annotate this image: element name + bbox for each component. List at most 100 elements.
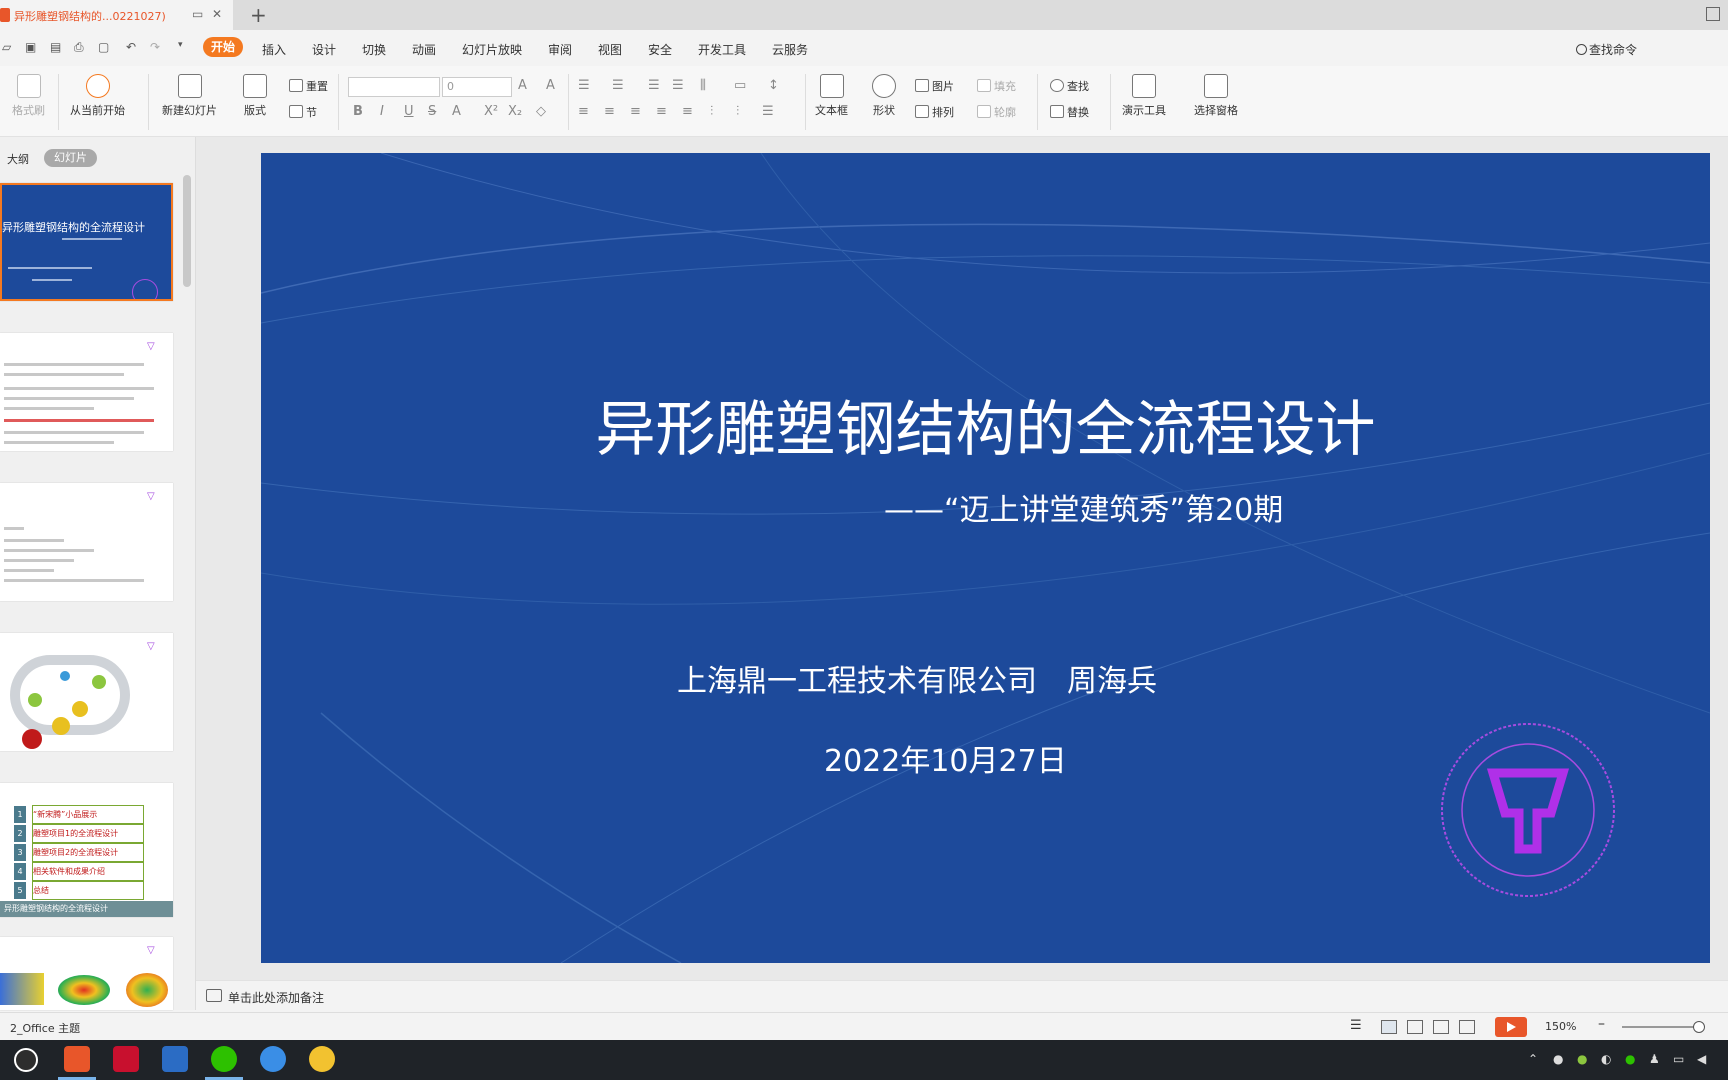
layout-button[interactable]: 版式 [243,74,267,118]
zoom-level[interactable]: 150% [1545,1020,1576,1033]
open-icon[interactable]: ▱ [2,40,11,54]
bullet-list-icon[interactable]: ☰ [578,78,590,93]
font-name-select[interactable] [348,77,440,97]
present-tools-button[interactable]: 演示工具 [1122,74,1166,118]
microphone-icon[interactable]: ● [1553,1052,1563,1066]
increase-indent-icon[interactable]: ☰ [672,78,684,93]
slide-thumbnail-4[interactable]: ▽ [0,633,173,751]
numbered-list-icon[interactable]: ☰ [612,78,624,93]
reset-button[interactable]: 重置 [289,78,328,94]
italic-icon[interactable]: I [380,104,384,119]
picture-button[interactable]: 图片 [915,78,954,94]
tray-app-icon[interactable]: ● [1577,1052,1587,1066]
print-preview-icon[interactable]: ▢ [98,40,109,54]
slide-thumbnail-5[interactable]: 1 “新宋腾”小品展示 2 雕塑项目1的全流程设计 3 雕塑项目2的全流程设计 4 相关… [0,783,173,917]
slide-thumbnail-3[interactable]: ▽ [0,483,173,601]
browser-app-icon[interactable] [260,1046,286,1072]
wechat-app-icon[interactable] [211,1046,237,1072]
slide-title[interactable]: 异形雕塑钢结构的全流程设计 [261,381,1710,468]
new-tab-button[interactable]: + [250,3,267,27]
volume-icon[interactable]: ◀ [1697,1052,1706,1066]
menu-review[interactable]: 审阅 [548,41,572,58]
menu-transition[interactable]: 切换 [362,41,386,58]
align-text-icon[interactable]: ▭ [734,78,746,93]
notes-toggle-icon[interactable]: ☰ [1350,1018,1362,1033]
decrease-font-icon[interactable]: A [546,78,555,93]
print-icon[interactable]: ⎙ [74,40,84,55]
zoom-slider[interactable] [1622,1026,1702,1028]
pdf-app-icon[interactable] [113,1046,139,1072]
align-right-icon[interactable]: ≡ [630,104,641,119]
tab-slides[interactable]: 幻灯片 [44,149,97,167]
notes-placeholder[interactable]: 单击此处添加备注 [228,989,324,1006]
slide-thumbnail-6[interactable]: ▽ [0,937,173,1010]
superscript-icon[interactable]: X² [484,104,498,119]
text-box-button[interactable]: 文本框 [815,74,848,118]
slide-sorter-icon[interactable] [1407,1020,1423,1034]
menu-animation[interactable]: 动画 [412,41,436,58]
fill-button[interactable]: 填充 [977,78,1016,94]
customize-quick-access-icon[interactable]: ▾ [178,40,183,50]
undo-icon[interactable]: ↶ [126,40,136,54]
command-search[interactable]: 查找命令 [1576,41,1637,58]
menu-security[interactable]: 安全 [648,41,672,58]
save-as-icon[interactable]: ▤ [50,40,61,54]
font-size-select[interactable]: 0 [442,77,512,97]
slide-subtitle[interactable]: ——“迈上讲堂建筑秀”第20期 [884,485,1283,529]
slide-thumbnail-2[interactable]: ▽ [0,333,173,451]
window-layout-icon[interactable] [1706,7,1720,21]
menu-start[interactable]: 开始 [203,37,244,57]
line-spacing-icon[interactable]: ↕ [768,78,779,93]
notes-bar[interactable]: 单击此处添加备注 [196,980,1728,1011]
panel-scrollbar[interactable] [183,175,191,287]
window-restore-icon[interactable]: ▭ [192,7,203,21]
slide-date[interactable]: 2022年10月27日 [824,736,1067,780]
wechat-tray-icon[interactable]: ● [1625,1052,1635,1066]
tray-app-icon[interactable]: ◐ [1601,1052,1611,1066]
word-app-icon[interactable] [162,1046,188,1072]
tab-outline[interactable]: 大纲 [7,151,29,167]
align-left-icon[interactable]: ≡ [578,104,589,119]
decrease-indent-icon[interactable]: ☰ [648,78,660,93]
slide-thumbnail-1[interactable]: 异形雕塑钢结构的全流程设计 [0,183,173,301]
format-painter-button[interactable]: 格式刷 [12,74,45,118]
arrange-button[interactable]: 排列 [915,104,954,120]
wps-presentation-app-icon[interactable] [64,1046,90,1072]
zoom-out-icon[interactable]: – [1598,1016,1605,1032]
normal-view-icon[interactable] [1381,1020,1397,1034]
media-app-icon[interactable] [309,1046,335,1072]
presenter-view-icon[interactable] [1459,1020,1475,1034]
tray-expand-icon[interactable]: ⌃ [1528,1052,1538,1066]
bold-icon[interactable]: B [353,104,363,119]
text-direction-icon[interactable]: ⫼ [700,78,706,93]
menu-design[interactable]: 设计 [312,41,336,58]
paragraph-settings-icon[interactable]: ☰ [762,104,774,119]
clear-format-icon[interactable]: ◇ [536,104,546,119]
start-from-current-button[interactable]: 从当前开始 [70,74,125,118]
column-icon[interactable]: ⫶ [710,104,713,119]
paragraph-spacing-icon[interactable]: ⫶ [736,104,739,119]
maps-app-icon[interactable] [14,1048,38,1072]
justify-icon[interactable]: ≡ [656,104,667,119]
redo-icon[interactable]: ↷ [150,40,160,54]
subscript-icon[interactable]: X₂ [508,104,522,119]
network-icon[interactable]: ▭ [1673,1052,1684,1066]
menu-view[interactable]: 视图 [598,41,622,58]
close-tab-icon[interactable]: ✕ [212,7,222,21]
section-button[interactable]: 节 [289,104,317,120]
font-color-icon[interactable]: A [452,104,461,119]
zoom-slider-handle[interactable] [1693,1021,1705,1033]
document-tab[interactable]: 异形雕塑钢结构的...0221027) ▭ ✕ [0,0,233,30]
play-slideshow-button[interactable] [1495,1017,1527,1037]
menu-insert[interactable]: 插入 [262,41,286,58]
current-slide[interactable]: 异形雕塑钢结构的全流程设计 ——“迈上讲堂建筑秀”第20期 上海鼎一工程技术有限… [261,153,1710,963]
distribute-icon[interactable]: ≡ [682,104,693,119]
save-icon[interactable]: ▣ [25,40,36,54]
increase-font-icon[interactable]: A [518,78,527,93]
menu-developer[interactable]: 开发工具 [698,41,746,58]
strikethrough-icon[interactable]: S [428,104,436,119]
slide-company[interactable]: 上海鼎一工程技术有限公司 周海兵 [677,656,1157,700]
find-button[interactable]: 查找 [1050,78,1089,94]
user-tray-icon[interactable]: ♟ [1649,1052,1660,1066]
shape-button[interactable]: 形状 [872,74,896,118]
